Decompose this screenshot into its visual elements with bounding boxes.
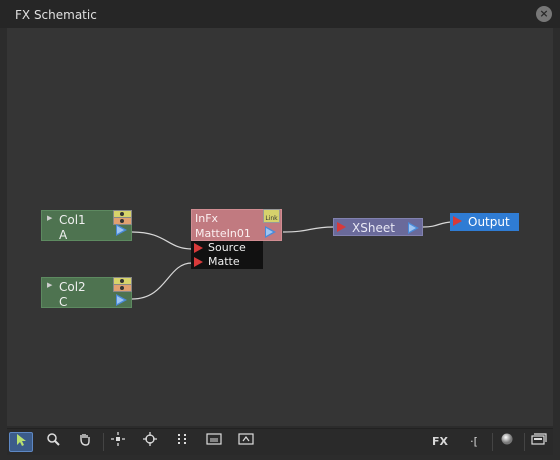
fx-input-ports: Source Matte [191,241,263,269]
reorder-nodes-icon[interactable] [170,432,194,452]
wire-col1-to-source [131,231,193,250]
fit-to-window-icon[interactable] [106,432,130,452]
schematic-bracket-toggle[interactable]: ·[ [462,432,486,452]
expand-arrow-icon[interactable]: ▶ [47,214,52,222]
input-port-icon[interactable] [194,257,203,267]
node-name: Output [468,215,510,229]
hand-mode-icon[interactable] [73,432,97,452]
schematic-canvas[interactable]: ▶ Col1 A ▶ Col2 C InFx MatteIn01 Link So… [7,28,553,426]
toolbar-separator [492,433,493,451]
output-port-icon[interactable] [265,226,276,238]
node-name: XSheet [352,221,395,235]
node-name: Col2 [59,280,86,294]
xsheet-node[interactable]: XSheet [333,218,423,236]
fx-schematic-window: FX Schematic × ▶ Col1 A ▶ Col2 C InFx Ma… [0,0,560,460]
fx-node-matte-in[interactable]: InFx MatteIn01 Link [191,209,282,241]
output-port-icon[interactable] [116,224,127,236]
close-icon[interactable]: × [536,6,552,22]
output-port-icon[interactable] [408,222,419,234]
link-toggle[interactable]: Link [263,209,280,223]
output-node[interactable]: Output [450,213,519,231]
input-port-icon[interactable] [453,216,462,226]
toolbar-separator [524,433,525,451]
toggle-stage-icon[interactable] [527,432,551,452]
expand-arrow-icon[interactable]: ▶ [47,281,52,289]
zoom-mode-icon[interactable] [41,432,65,452]
fx-toggle-button[interactable]: FX [428,432,452,452]
window-title: FX Schematic [15,8,97,22]
input-port-matte[interactable]: Matte [191,255,263,269]
reset-size-icon[interactable] [202,432,226,452]
title-bar[interactable]: FX Schematic × [0,0,560,28]
selection-mode-icon[interactable] [9,432,33,452]
input-port-icon[interactable] [194,243,203,253]
column-node-col1[interactable]: ▶ Col1 A [41,210,132,242]
port-label: Matte [208,255,240,268]
toolbar-separator [103,433,104,451]
focus-on-current-icon[interactable] [138,432,162,452]
preview-sphere-icon[interactable] [495,432,519,452]
node-name: InFx [195,212,219,225]
wire-xsheet-to-output [422,221,454,228]
output-port-icon[interactable] [116,294,127,306]
wire-matte-to-xsheet [282,226,334,233]
node-column-id: C [59,295,68,309]
column-node-col2[interactable]: ▶ Col2 C [41,277,132,309]
wire-col2-to-matte [131,262,193,300]
node-column-id: A [59,228,68,242]
camstand-visible-toggle-icon[interactable] [113,284,132,292]
node-name: Col1 [59,213,86,227]
maximize-nodes-icon[interactable] [234,432,258,452]
input-port-source[interactable]: Source [191,241,263,255]
node-id: MatteIn01 [195,227,251,240]
schematic-toolbar: FX ·[ [7,428,553,455]
input-port-icon[interactable] [337,222,346,232]
port-label: Source [208,241,246,254]
